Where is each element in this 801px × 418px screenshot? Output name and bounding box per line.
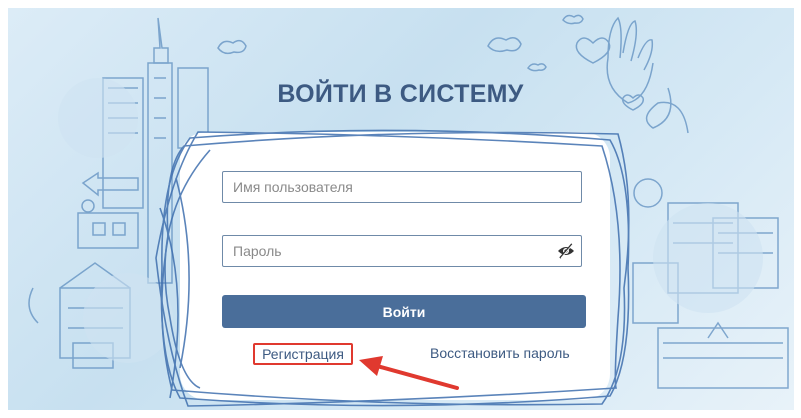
register-link[interactable]: Регистрация xyxy=(253,343,353,365)
login-button[interactable]: Войти xyxy=(222,295,586,328)
red-arrow-annotation xyxy=(359,356,459,390)
password-input[interactable] xyxy=(222,235,582,267)
page-title: ВОЙТИ В СИСТЕМУ xyxy=(277,80,524,108)
eye-slash-icon[interactable] xyxy=(556,242,576,260)
username-input[interactable] xyxy=(222,171,582,203)
